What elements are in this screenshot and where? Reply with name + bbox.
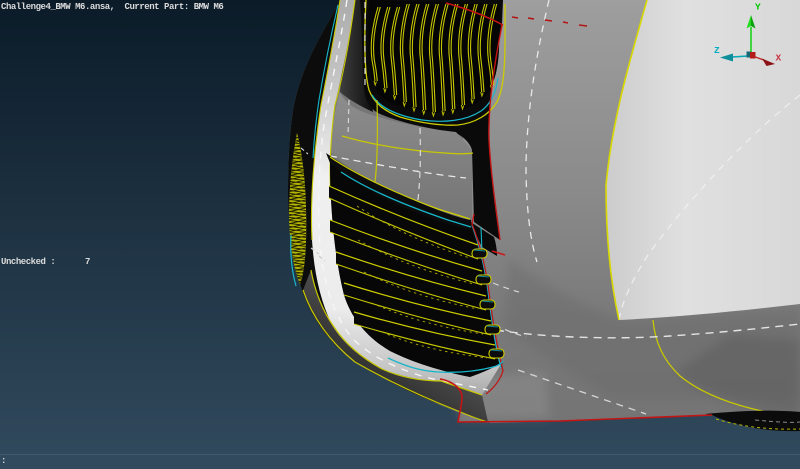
svg-text:Y: Y bbox=[755, 2, 761, 13]
svg-text:X: X bbox=[776, 53, 782, 64]
svg-text::: : bbox=[1, 456, 6, 466]
svg-text:Unchecked : 7: Unchecked : 7 bbox=[1, 257, 90, 267]
svg-text:Challenge4_BMW M6.ansa, Curre: Challenge4_BMW M6.ansa, Current Part: BM… bbox=[1, 2, 223, 12]
svg-text:Z: Z bbox=[714, 45, 720, 56]
